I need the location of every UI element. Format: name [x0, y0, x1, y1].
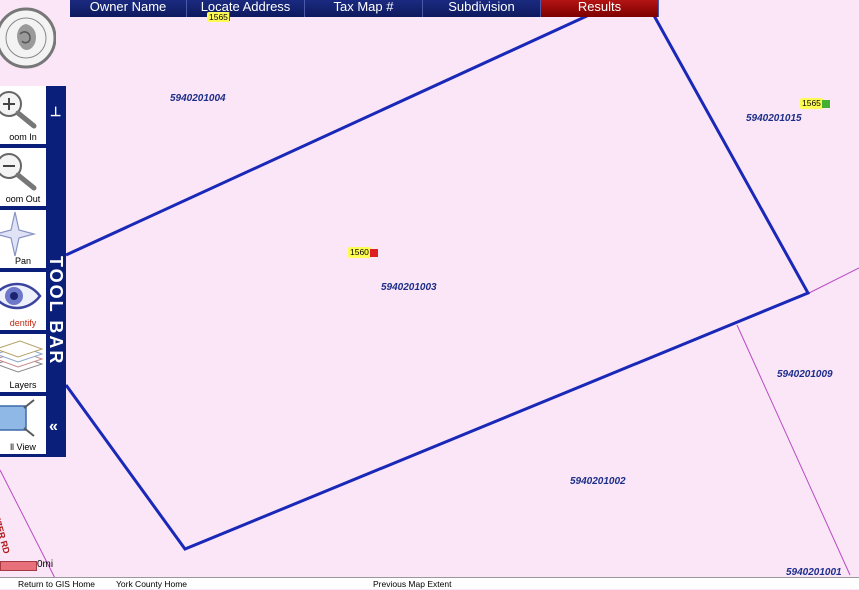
search-tabs: Owner Name Locate Address Tax Map # Subd…: [70, 0, 659, 17]
identify-label: dentify: [9, 318, 37, 328]
zoom-in-tool[interactable]: oom In: [0, 86, 46, 146]
zoom-out-tool[interactable]: oom Out: [0, 148, 46, 208]
zoom-out-label: oom Out: [5, 194, 41, 204]
tab-owner-name[interactable]: Owner Name: [70, 0, 187, 17]
scale-bar: [0, 561, 37, 571]
address-marker[interactable]: 1560: [348, 247, 378, 258]
tab-results[interactable]: Results: [541, 0, 659, 17]
zoom-out-icon: [0, 153, 37, 191]
layers-icon: [0, 340, 44, 373]
tab-tax-map[interactable]: Tax Map #: [305, 0, 423, 17]
tab-subdivision[interactable]: Subdivision: [423, 0, 541, 17]
return-gis-home-link[interactable]: Return to GIS Home: [18, 579, 95, 590]
parcel-label[interactable]: 5940201002: [570, 476, 626, 487]
pan-label: Pan: [14, 256, 31, 266]
tab-locate-address[interactable]: Locate Address: [187, 0, 305, 17]
identify-tool[interactable]: dentify: [0, 272, 46, 332]
map-canvas[interactable]: [0, 0, 859, 588]
collapse-toolbar-icon[interactable]: «: [49, 418, 58, 436]
marker-flag-icon: [821, 100, 830, 108]
address-number: 1565: [209, 12, 228, 22]
address-marker[interactable]: 1565: [207, 12, 230, 22]
parcel-label[interactable]: 5940201009: [777, 369, 833, 380]
layers-label: Layers: [9, 380, 37, 390]
tool-bar: oom In oom Out Pan dentify Layers ll Vie…: [0, 86, 66, 457]
marker-flag-icon: [228, 13, 230, 21]
full-view-icon: [0, 399, 35, 437]
pan-tool[interactable]: Pan: [0, 210, 46, 270]
zoom-in-label: oom In: [9, 132, 37, 142]
pan-star-icon: [0, 211, 37, 257]
marker-flag-icon: [369, 249, 378, 257]
address-marker[interactable]: 1565: [800, 98, 830, 109]
address-number: 1565: [802, 98, 821, 108]
scale-label: 0mi: [37, 559, 54, 570]
rose-seal-icon: [0, 7, 57, 69]
york-county-home-link[interactable]: York County Home: [116, 579, 187, 590]
parcel-label[interactable]: 5940201015: [746, 113, 802, 124]
full-view-label: ll View: [10, 442, 36, 452]
zoom-in-icon: [0, 91, 37, 129]
toolbar-title: TOOL BAR: [46, 256, 66, 366]
pin-toolbar-icon[interactable]: ⊥: [50, 104, 61, 120]
eye-icon: [0, 282, 42, 310]
parcel-label[interactable]: 5940201004: [170, 93, 226, 104]
parcel-label[interactable]: 5940201003: [381, 282, 437, 293]
county-seal-logo: [0, 0, 57, 78]
previous-map-extent-link[interactable]: Previous Map Extent: [373, 579, 451, 590]
full-view-tool[interactable]: ll View: [0, 396, 46, 456]
address-number: 1560: [350, 247, 369, 257]
footer-links: Return to GIS Home York County Home Prev…: [0, 577, 859, 589]
layers-tool[interactable]: Layers: [0, 334, 46, 394]
